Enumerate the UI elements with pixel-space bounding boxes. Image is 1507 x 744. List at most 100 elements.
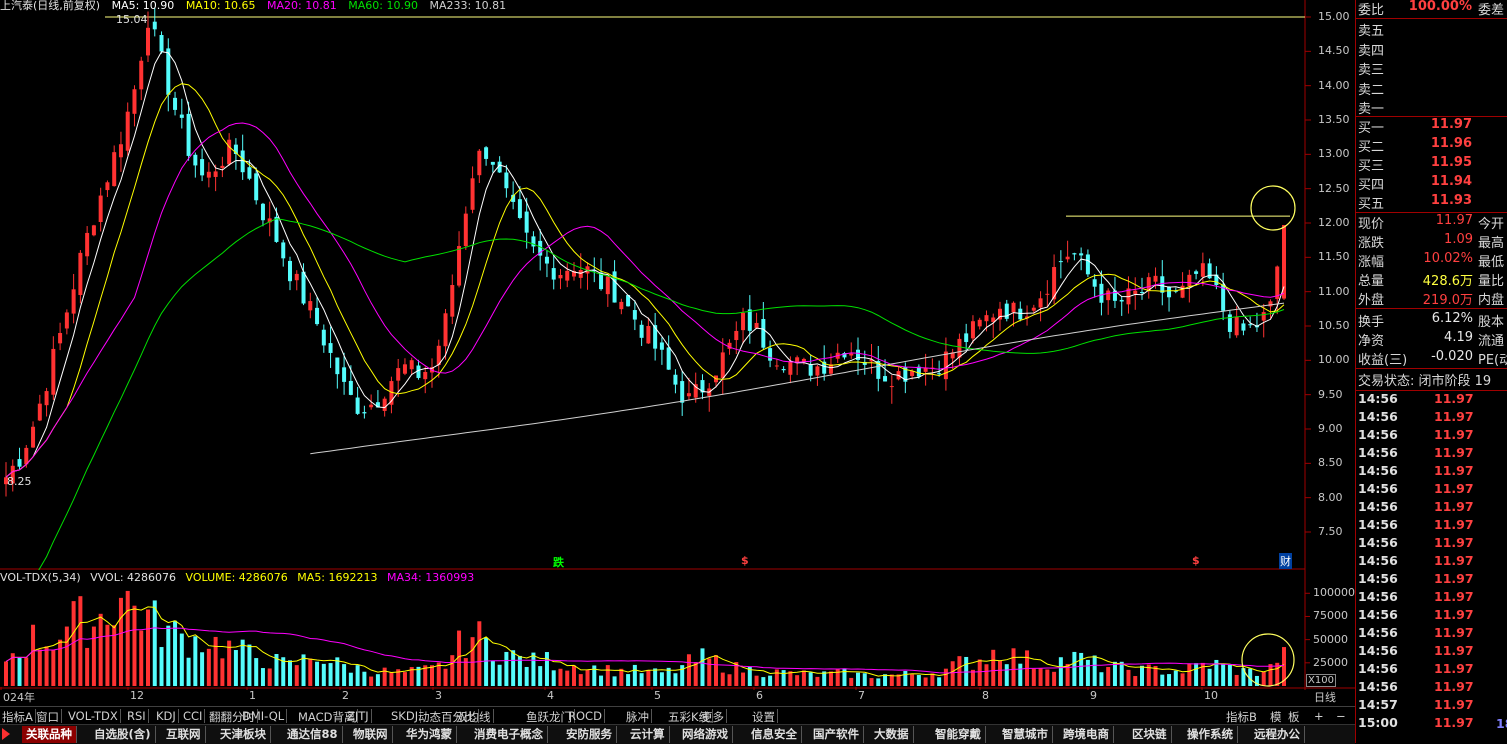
sector-tab[interactable]: 跨境电商 xyxy=(1059,726,1114,743)
quote-panel: 委比 100.00% 委差 卖五 卖四 卖三 卖二 卖一 买一 11.97 买二 11.96 买三 11.… xyxy=(1355,0,1507,743)
volume-bar xyxy=(653,668,658,686)
sector-tab[interactable]: 物联网 xyxy=(349,726,393,743)
marker-s1[interactable]: $ xyxy=(741,554,749,567)
tick-price: 11.97 xyxy=(1434,661,1474,676)
indicator-btn[interactable]: 设置 xyxy=(750,709,778,724)
tick-time: 14:56 xyxy=(1358,445,1398,460)
date-tick: 024年 xyxy=(3,691,35,704)
stat-row: 净资 4.19 流通 xyxy=(1358,330,1507,349)
volume-bar xyxy=(1038,668,1043,686)
volume-bar xyxy=(1079,652,1084,686)
volume-bar xyxy=(450,655,455,686)
candle-body xyxy=(423,371,428,380)
indicator-btn[interactable]: ZJTJ xyxy=(345,709,372,723)
indicator-btn[interactable]: ROCD xyxy=(566,709,605,723)
indicator-btn[interactable]: 双均线 xyxy=(454,709,494,724)
sector-tab[interactable]: 自选股(含) xyxy=(90,726,156,743)
sector-tab[interactable]: 互联网 xyxy=(162,726,206,743)
indicator-btn[interactable]: 更多 xyxy=(699,709,727,724)
indicator-btn[interactable]: RSI xyxy=(125,709,149,723)
marker-die[interactable]: 跌 xyxy=(553,554,564,570)
candle-body xyxy=(260,203,265,221)
volume-bar xyxy=(1173,670,1178,686)
candle-body xyxy=(720,352,725,379)
sector-tab[interactable]: 通达信88 xyxy=(283,726,343,743)
candle-body xyxy=(288,260,292,282)
candle-body xyxy=(1268,301,1273,307)
volume-bar xyxy=(78,596,83,686)
volume-label: VOLUME: 4286076 xyxy=(185,571,288,584)
marker-s2[interactable]: $ xyxy=(1192,554,1200,567)
tick-row: 14:56 11.97 xyxy=(1358,553,1507,571)
volume-bar xyxy=(37,649,42,686)
sector-tab[interactable]: 智慧城市 xyxy=(998,726,1053,743)
volume-bar xyxy=(605,665,610,686)
sector-tab[interactable]: 远程办公 xyxy=(1250,726,1305,743)
candle-body xyxy=(200,159,205,176)
marker-cai[interactable]: 财 xyxy=(1279,553,1292,569)
chart-area[interactable]: 上汽泰(日线,前复权) MA5: 10.90 MA10: 10.65 MA20:… xyxy=(0,0,1355,706)
sector-tab[interactable]: 智能穿戴 xyxy=(931,726,986,743)
sector-tab[interactable]: 国产软件 xyxy=(809,726,864,743)
sector-tab[interactable]: 天津板块 xyxy=(216,726,271,743)
volume-bar xyxy=(801,670,806,686)
volume-bar xyxy=(267,668,272,686)
kline-chart[interactable] xyxy=(0,0,1355,570)
volume-bar xyxy=(166,625,171,686)
weibi-label: 委比 xyxy=(1358,3,1385,18)
ma20-label: MA20: 10.81 xyxy=(267,0,337,12)
candle-body xyxy=(754,322,759,329)
low-annotation: 8.25 xyxy=(7,475,32,488)
sector-tab[interactable]: 区块链 xyxy=(1128,726,1172,743)
sector-tab-active[interactable]: 关联品种 xyxy=(22,726,77,743)
indicator-btn[interactable]: DMI-QL xyxy=(240,709,288,723)
indicator-btn[interactable]: 脉冲 xyxy=(624,709,652,724)
volume-bar xyxy=(1092,655,1097,686)
candle-body xyxy=(159,35,164,52)
play-arrow-icon[interactable] xyxy=(2,728,10,740)
volume-bar xyxy=(1072,651,1077,686)
candle-body xyxy=(274,216,279,242)
buy-price: 11.95 xyxy=(1430,155,1472,170)
volume-bar xyxy=(626,674,631,686)
sector-tab[interactable]: 华为鸿蒙 xyxy=(402,726,457,743)
sector-tab[interactable]: 操作系统 xyxy=(1183,726,1238,743)
sector-tab[interactable]: 云计算 xyxy=(626,726,670,743)
high-annotation: 15.04 xyxy=(116,13,148,26)
volume-bar xyxy=(619,668,624,686)
volume-bar xyxy=(1126,669,1131,686)
indicator-btn[interactable]: KDJ xyxy=(154,709,179,723)
tick-time: 14:56 xyxy=(1358,679,1398,694)
toolbar-right-btn[interactable]: − xyxy=(1334,709,1348,723)
volume-bar xyxy=(382,667,387,686)
indicator-btn[interactable]: 窗口 xyxy=(34,709,62,724)
tick-time: 14:56 xyxy=(1358,427,1398,442)
candle-body xyxy=(490,161,495,165)
indicator-btn[interactable]: 指标A xyxy=(0,709,36,724)
toolbar-right-btn[interactable]: + xyxy=(1312,709,1326,723)
tick-price: 11.97 xyxy=(1434,697,1474,712)
indicator-btn[interactable]: VOL-TDX xyxy=(66,709,121,723)
candle-body xyxy=(558,274,563,279)
volume-bar xyxy=(544,652,549,686)
candle-body xyxy=(132,89,137,114)
volume-bar xyxy=(139,630,144,686)
volume-bar xyxy=(998,660,1002,686)
indicator-btn[interactable]: CCI xyxy=(181,709,206,723)
highlight-circle-price xyxy=(1250,185,1296,231)
sector-tab[interactable]: 安防服务 xyxy=(562,726,617,743)
period-label[interactable]: 日线 xyxy=(1314,689,1336,705)
volume-chart[interactable] xyxy=(0,570,1355,690)
toolbar-right-btn[interactable]: 指标B xyxy=(1224,709,1259,724)
toolbar-right-btn[interactable]: 模 xyxy=(1268,709,1284,724)
sector-tab[interactable]: 信息安全 xyxy=(747,726,802,743)
candle-body xyxy=(1045,293,1050,295)
candle-body xyxy=(1092,279,1097,287)
tick-price: 11.97 xyxy=(1434,499,1474,514)
candle-body xyxy=(1261,312,1266,321)
sector-tab[interactable]: 网络游戏 xyxy=(678,726,733,743)
sector-tab[interactable]: 消费电子概念 xyxy=(470,726,548,743)
sector-tab[interactable]: 大数据 xyxy=(870,726,914,743)
toolbar-right-btn[interactable]: 板 xyxy=(1286,709,1302,724)
buy-price: 11.93 xyxy=(1430,193,1472,208)
